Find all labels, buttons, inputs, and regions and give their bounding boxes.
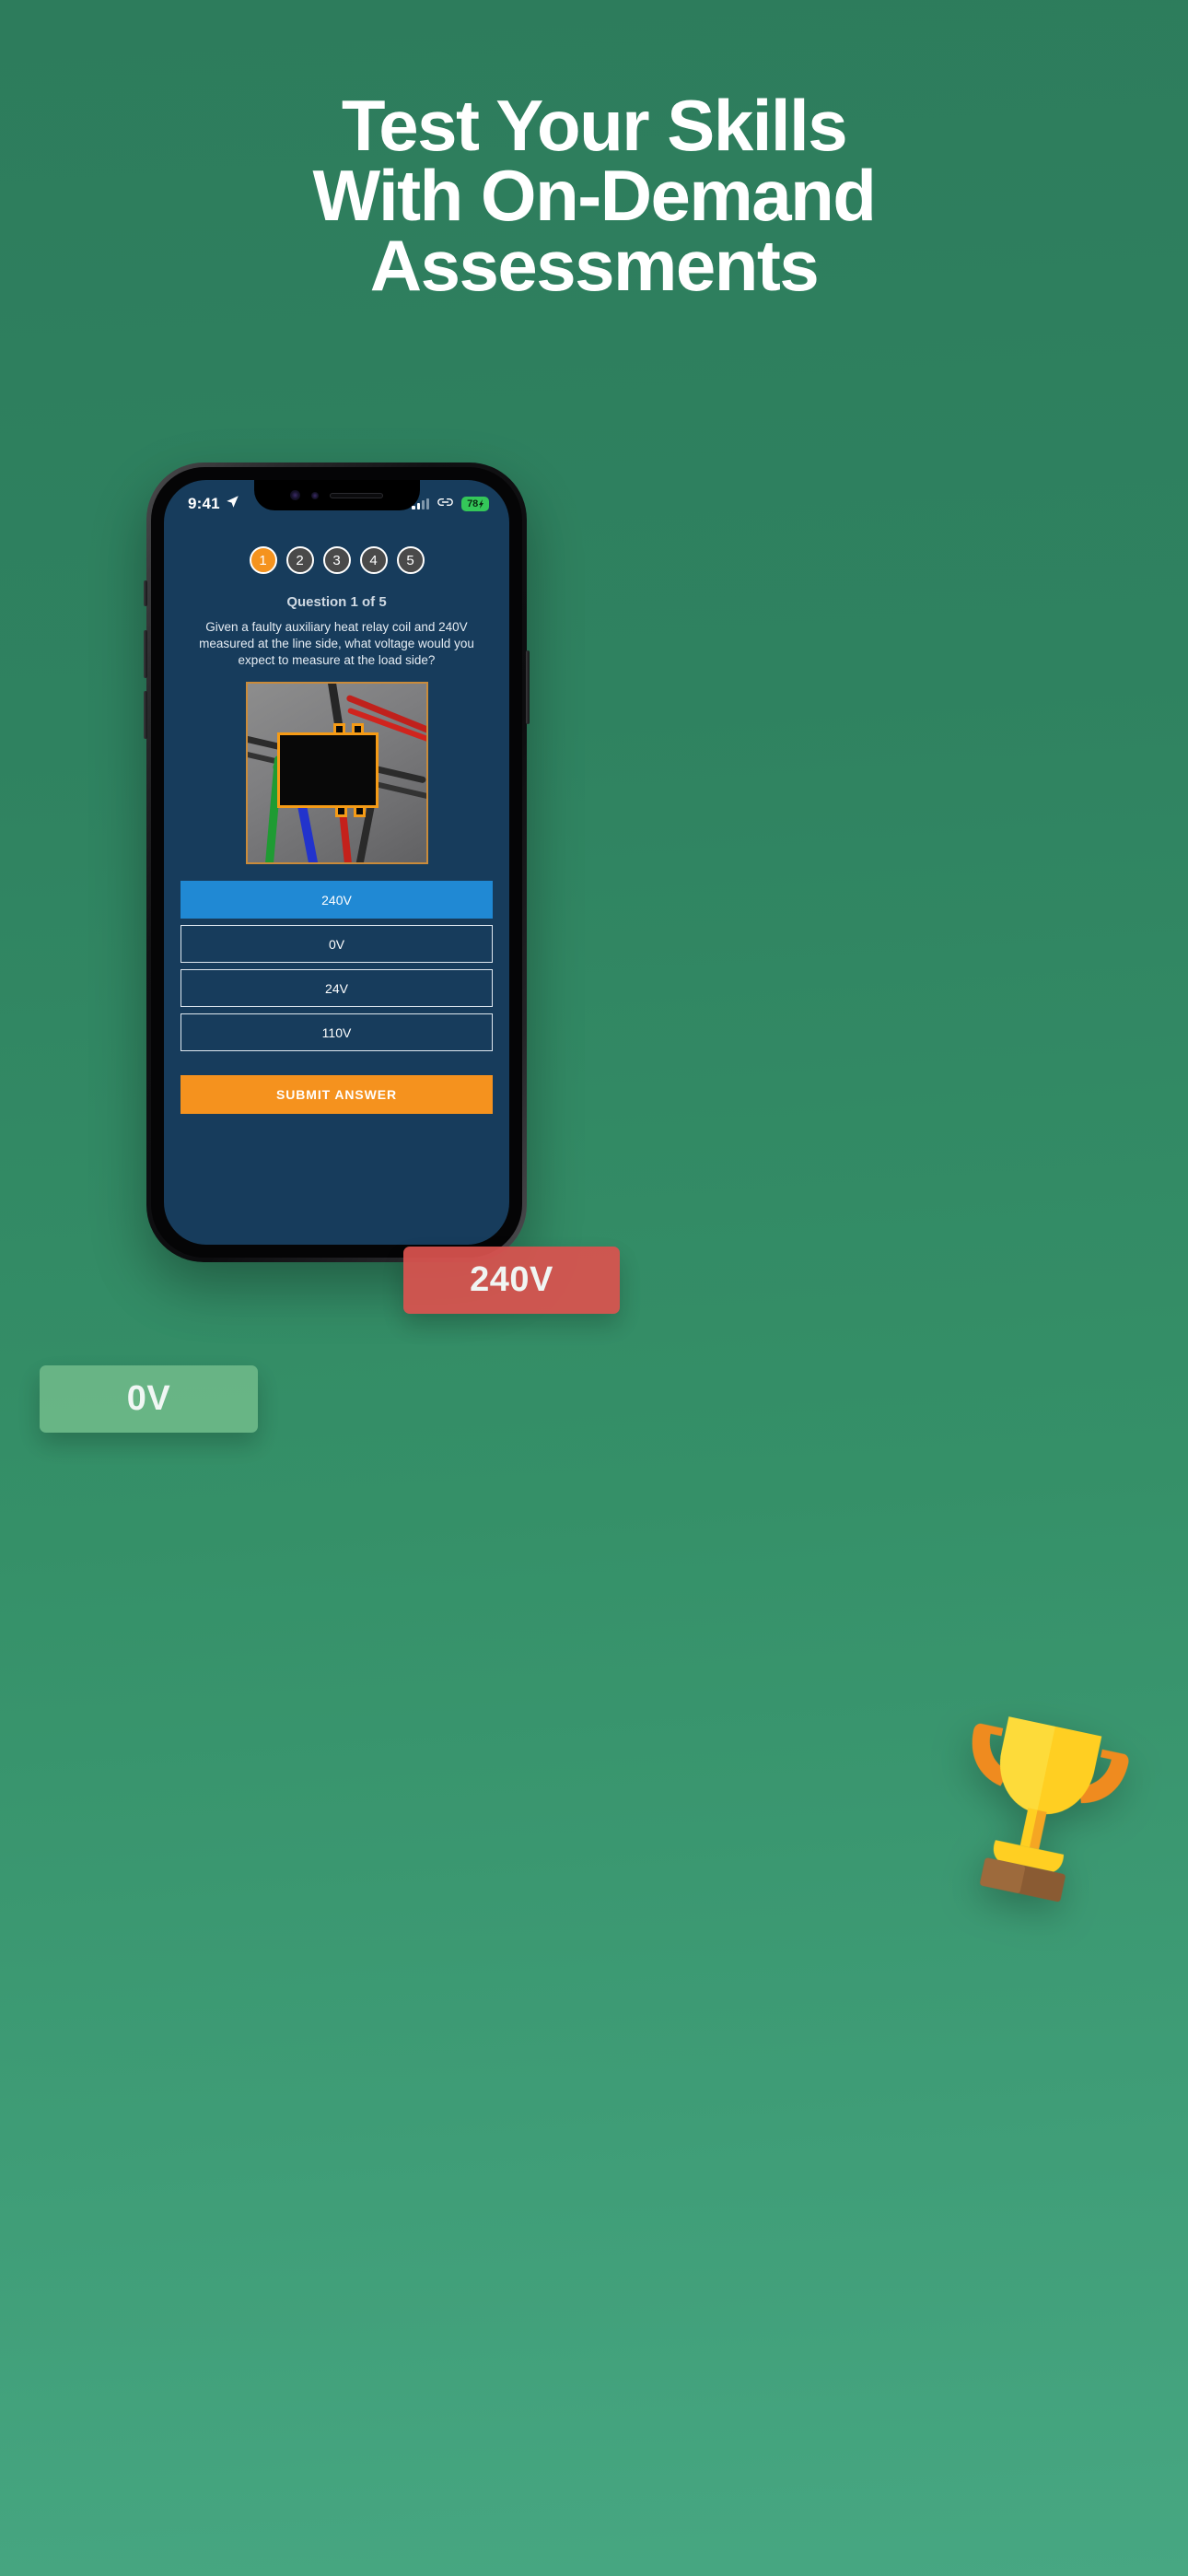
status-bar-time: 9:41 <box>188 495 220 512</box>
step-label: 3 <box>332 552 341 568</box>
battery-level-label: 78 <box>467 498 478 509</box>
phone-silent-switch <box>144 580 147 606</box>
answer-option-label: 24V <box>325 980 348 996</box>
step-indicator-3[interactable]: 3 <box>322 546 351 574</box>
answer-option-label: 110V <box>321 1025 352 1040</box>
relay-terminal <box>334 808 347 817</box>
answer-options-list: 240V 0V 24V 110V <box>181 881 493 1051</box>
relay-highlight-annotation <box>276 723 379 817</box>
submit-answer-label: SUBMIT ANSWER <box>276 1087 397 1102</box>
phone-volume-down-button <box>144 691 147 739</box>
submit-answer-button[interactable]: SUBMIT ANSWER <box>181 1075 493 1114</box>
step-label: 4 <box>369 552 378 568</box>
location-arrow-icon <box>226 495 239 513</box>
phone-frame: 9:41 78 1 2 3 4 5 Question 1 of 5 Given … <box>144 463 530 1262</box>
relay-terminal <box>351 723 364 732</box>
headline-line-3: Assessments <box>369 225 820 306</box>
question-progress-label: Question 1 of 5 <box>286 594 387 610</box>
answer-option-4[interactable]: 110V <box>181 1013 493 1051</box>
relay-terminal <box>332 723 345 732</box>
answer-option-label: 0V <box>328 936 345 952</box>
answer-option-3[interactable]: 24V <box>181 969 493 1007</box>
question-text: Given a faulty auxiliary heat relay coil… <box>199 620 474 667</box>
callout-wrong-label: 240V <box>470 1260 553 1299</box>
answer-option-2[interactable]: 0V <box>181 925 493 963</box>
trophy-icon <box>919 1684 1159 1925</box>
question-stepper: 1 2 3 4 5 <box>181 546 493 574</box>
callout-badge-correct: 0V <box>40 1365 258 1433</box>
status-bar-right-group: 78 <box>412 496 489 513</box>
phone-screen: 9:41 78 1 2 3 4 5 Question 1 of 5 Given … <box>164 480 509 1245</box>
phone-bezel: 9:41 78 1 2 3 4 5 Question 1 of 5 Given … <box>151 467 522 1258</box>
answer-option-label: 240V <box>321 892 352 907</box>
phone-mockup: 9:41 78 1 2 3 4 5 Question 1 of 5 Given … <box>144 463 530 1262</box>
bolt-icon <box>479 499 483 509</box>
page-headline: Test Your Skills With On-Demand Assessme… <box>0 85 1188 306</box>
step-indicator-1[interactable]: 1 <box>249 546 277 574</box>
relay-wiring-photo <box>245 682 428 864</box>
relay-terminal <box>353 808 366 817</box>
quiz-screen: 1 2 3 4 5 Question 1 of 5 Given a faulty… <box>164 521 509 1245</box>
cellular-signal-icon <box>412 498 430 509</box>
step-indicator-2[interactable]: 2 <box>285 546 314 574</box>
step-indicator-4[interactable]: 4 <box>359 546 388 574</box>
status-bar: 9:41 78 <box>164 480 509 521</box>
headline-line-1: Test Your Skills <box>341 85 848 166</box>
step-label: 2 <box>296 552 304 568</box>
link-chain-icon <box>437 496 454 513</box>
answer-option-1[interactable]: 240V <box>181 881 493 919</box>
phone-power-button <box>526 650 530 724</box>
step-label: 1 <box>259 552 267 568</box>
step-label: 5 <box>406 552 414 568</box>
step-indicator-5[interactable]: 5 <box>396 546 425 574</box>
callout-badge-wrong: 240V <box>403 1247 620 1314</box>
callout-correct-label: 0V <box>126 1379 171 1418</box>
headline-line-2: With On-Demand <box>312 155 877 236</box>
red-wire <box>338 812 355 862</box>
phone-volume-up-button <box>144 630 147 678</box>
battery-status-badge: 78 <box>461 497 489 511</box>
